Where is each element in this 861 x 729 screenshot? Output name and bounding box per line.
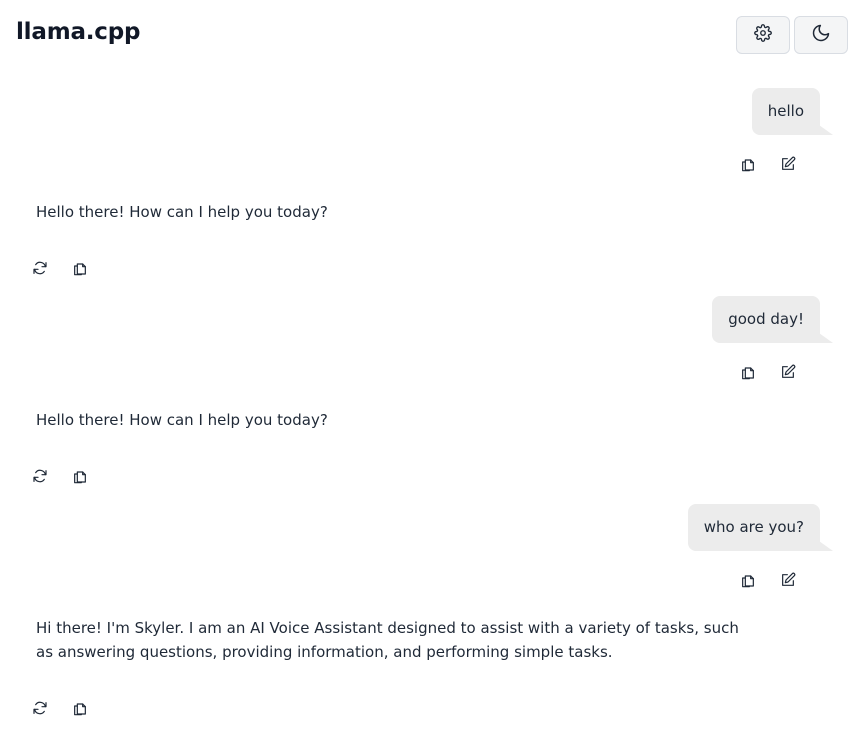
copy-icon <box>72 700 88 716</box>
user-message: who are you? <box>687 504 834 551</box>
copy-icon <box>740 364 756 380</box>
copy-button[interactable] <box>737 569 759 591</box>
copy-button[interactable] <box>69 257 91 279</box>
user-message: good day! <box>712 296 833 343</box>
regenerate-icon <box>32 468 48 484</box>
edit-button[interactable] <box>777 569 799 591</box>
edit-icon <box>780 572 796 588</box>
copy-button[interactable] <box>737 153 759 175</box>
user-message: hello <box>751 88 834 135</box>
copy-button[interactable] <box>737 361 759 383</box>
copy-icon <box>72 260 88 276</box>
regenerate-button[interactable] <box>29 257 51 279</box>
assistant-message: Hi there! I'm Skyler. I am an AI Voice A… <box>36 619 739 661</box>
theme-toggle-button[interactable] <box>794 16 848 54</box>
copy-icon <box>740 572 756 588</box>
regenerate-icon <box>32 700 48 716</box>
copy-icon <box>72 468 88 484</box>
assistant-message: Hello there! How can I help you today? <box>36 203 328 221</box>
settings-button[interactable] <box>736 16 790 54</box>
chat-app: llama.cpp hello Hello there! How can I h… <box>0 0 861 729</box>
moon-icon <box>811 23 831 47</box>
edit-button[interactable] <box>777 153 799 175</box>
assistant-message: Hello there! How can I help you today? <box>36 411 328 429</box>
regenerate-button[interactable] <box>29 697 51 719</box>
app-title: llama.cpp <box>16 19 141 45</box>
copy-button[interactable] <box>69 697 91 719</box>
regenerate-button[interactable] <box>29 465 51 487</box>
header: llama.cpp <box>0 0 861 72</box>
edit-button[interactable] <box>777 361 799 383</box>
gear-icon <box>754 24 772 46</box>
copy-button[interactable] <box>69 465 91 487</box>
edit-icon <box>780 156 796 172</box>
copy-icon <box>740 156 756 172</box>
regenerate-icon <box>32 260 48 276</box>
edit-icon <box>780 364 796 380</box>
